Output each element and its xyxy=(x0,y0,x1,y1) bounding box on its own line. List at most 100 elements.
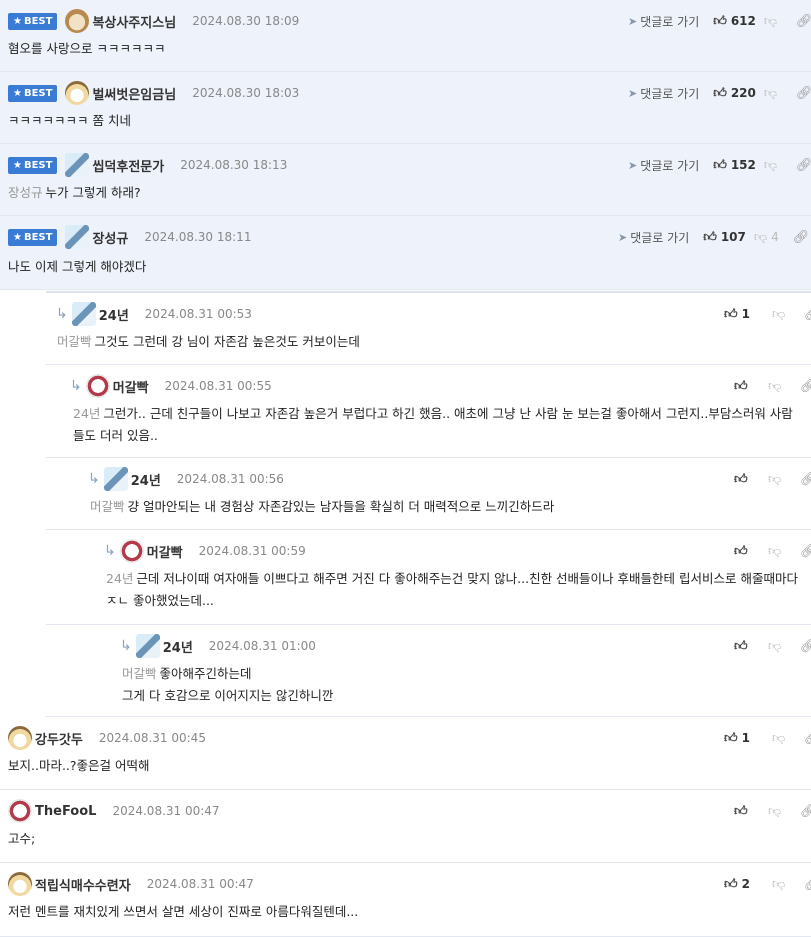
goto-comment-link[interactable]: ➤ 댓글로 가기 xyxy=(628,13,699,30)
downvote-button[interactable]: 👎︎ xyxy=(768,472,786,487)
link-icon: 🔗︎ xyxy=(795,85,811,101)
mention-tag[interactable]: 머갈빡 xyxy=(90,499,125,514)
link-icon: 🔗︎ xyxy=(800,471,811,487)
nickname[interactable]: 머갈빡 xyxy=(147,542,183,561)
avatar[interactable] xyxy=(135,634,160,658)
mention-tag[interactable]: 장성규 xyxy=(8,185,43,200)
avatar[interactable] xyxy=(71,302,96,326)
avatar[interactable] xyxy=(65,9,90,33)
comment-item: ★ BEST 장성규 2024.08.30 18:11 ➤ 댓글로 가기 👍︎ 107 👎︎ 4 🔗… xyxy=(0,216,811,290)
comment-header: ★ BEST 벌써벗은임금님 2024.08.30 18:03 xyxy=(8,81,300,105)
upvote-count: 107 xyxy=(720,230,746,244)
upvote-button[interactable]: 👍︎ 1 xyxy=(724,307,764,322)
nickname[interactable]: 적립식매수수련자 xyxy=(35,875,131,894)
avatar[interactable] xyxy=(8,726,32,750)
comment-body: 머갈빡 좋아해주긴하는데 그게 다 호감으로 이어지지는 않긴하니깐 xyxy=(122,663,800,707)
thumbs-down-icon: 👎︎ xyxy=(768,378,782,394)
link-button[interactable]: 🔗︎ xyxy=(796,158,811,173)
nickname[interactable]: 24년 xyxy=(131,470,161,489)
comment-actions: 👍︎ 👎︎ 🔗︎ xyxy=(734,375,811,397)
thumbs-up-icon: 👍︎ xyxy=(724,730,738,746)
upvote-button[interactable]: 👍︎ xyxy=(734,472,760,487)
upvote-button[interactable]: 👍︎ 2 xyxy=(724,877,764,892)
comment-date: 2024.08.31 00:55 xyxy=(164,379,272,393)
comment-actions: 👍︎ 👎︎ 🔗︎ xyxy=(734,540,811,562)
upvote-button[interactable]: 👍︎ xyxy=(734,544,760,559)
nickname[interactable]: 복상사주지스님 xyxy=(92,12,176,31)
comment-actions: ➤ 댓글로 가기 👍︎ 107 👎︎ 4 🔗︎ xyxy=(618,226,809,248)
goto-comment-link[interactable]: ➤ 댓글로 가기 xyxy=(628,85,699,102)
nickname[interactable]: 장성규 xyxy=(92,228,128,247)
link-button[interactable]: 🔗︎ xyxy=(800,804,811,819)
avatar[interactable] xyxy=(8,799,32,823)
nickname[interactable]: 벌써벗은임금님 xyxy=(92,84,176,103)
avatar[interactable] xyxy=(103,467,128,491)
comment-actions: 👍︎ 👎︎ 🔗︎ xyxy=(734,800,811,822)
nickname[interactable]: 24년 xyxy=(99,305,129,324)
upvote-button[interactable]: 👍︎ xyxy=(734,379,760,394)
nickname[interactable]: 24년 xyxy=(163,637,193,656)
upvote-button[interactable]: 👍︎ xyxy=(734,804,760,819)
nickname[interactable]: 머갈빡 xyxy=(113,377,149,396)
nickname[interactable]: TheFooL xyxy=(35,804,96,819)
upvote-button[interactable]: 👍︎ 1 xyxy=(724,731,764,746)
downvote-button[interactable]: 👎︎ xyxy=(772,307,790,322)
mention-tag[interactable]: 머갈빡 xyxy=(122,666,157,681)
downvote-button[interactable]: 👎︎ xyxy=(772,731,790,746)
comment-item: ★ BEST 벌써벗은임금님 2024.08.30 18:03 ➤ 댓글로 가기 👍︎ 220… xyxy=(0,72,811,144)
link-button[interactable]: 🔗︎ xyxy=(800,544,811,559)
comment-header: ★ BEST 복상사주지스님 2024.08.30 18:09 xyxy=(8,9,299,33)
avatar[interactable] xyxy=(85,374,110,398)
thumbs-up-icon: 👍︎ xyxy=(734,471,748,487)
comment-body: 보지..마라..?좋은걸 어떡해 xyxy=(8,755,800,777)
link-button[interactable]: 🔗︎ xyxy=(793,230,810,245)
upvote-count: 152 xyxy=(730,158,756,172)
downvote-button[interactable]: 👎︎ 4 xyxy=(754,230,779,245)
upvote-button[interactable]: 👍︎ 107 xyxy=(703,230,746,245)
link-button[interactable]: 🔗︎ xyxy=(796,14,811,29)
downvote-button[interactable]: 👎︎ xyxy=(772,877,790,892)
upvote-button[interactable]: 👍︎ 220 xyxy=(713,86,756,101)
link-button[interactable]: 🔗︎ xyxy=(800,472,811,487)
avatar[interactable] xyxy=(65,153,90,177)
downvote-button[interactable]: 👎︎ xyxy=(764,14,782,29)
mention-tag[interactable]: 24년 xyxy=(73,406,100,421)
upvote-button[interactable]: 👍︎ xyxy=(734,639,760,654)
upvote-button[interactable]: 👍︎ 152 xyxy=(713,158,756,173)
upvote-button[interactable]: 👍︎ 612 xyxy=(713,14,756,29)
thumbs-down-icon: 👎︎ xyxy=(768,638,782,654)
goto-comment-link[interactable]: ➤ 댓글로 가기 xyxy=(618,229,689,246)
comment-date: 2024.08.30 18:03 xyxy=(192,86,300,100)
downvote-button[interactable]: 👎︎ xyxy=(768,544,786,559)
star-icon: ★ xyxy=(13,231,22,243)
avatar[interactable] xyxy=(8,872,32,896)
avatar[interactable] xyxy=(65,81,90,105)
link-button[interactable]: 🔗︎ xyxy=(804,877,811,892)
comment-header: 적립식매수수련자 2024.08.31 00:47 xyxy=(8,872,254,896)
downvote-button[interactable]: 👎︎ xyxy=(768,639,786,654)
link-button[interactable]: 🔗︎ xyxy=(800,639,811,654)
link-button[interactable]: 🔗︎ xyxy=(804,731,811,746)
mention-tag[interactable]: 머갈빡 xyxy=(57,334,92,349)
thumbs-down-icon: 👎︎ xyxy=(768,803,782,819)
downvote-button[interactable]: 👎︎ xyxy=(764,158,782,173)
mention-tag[interactable]: 24년 xyxy=(106,571,133,586)
link-button[interactable]: 🔗︎ xyxy=(804,307,811,322)
nickname[interactable]: 강두갓두 xyxy=(35,729,83,748)
link-icon: 🔗︎ xyxy=(800,803,811,819)
comment-text: 그런가.. 근데 친구들이 나보고 자존감 높은거 부럽다고 하긴 했음.. 애… xyxy=(73,406,793,443)
avatar[interactable] xyxy=(65,225,90,249)
goto-comment-link[interactable]: ➤ 댓글로 가기 xyxy=(628,157,699,174)
best-label: BEST xyxy=(23,87,53,99)
thumbs-up-icon: 👍︎ xyxy=(734,543,748,559)
avatar[interactable] xyxy=(119,539,144,563)
comment-body: 나도 이제 그렇게 해야겠다 xyxy=(8,256,800,278)
downvote-button[interactable]: 👎︎ xyxy=(768,804,786,819)
send-icon: ➤ xyxy=(628,86,638,100)
downvote-button[interactable]: 👎︎ xyxy=(768,379,786,394)
link-button[interactable]: 🔗︎ xyxy=(796,86,811,101)
link-button[interactable]: 🔗︎ xyxy=(800,379,811,394)
nickname[interactable]: 씹덕후전문가 xyxy=(92,156,164,175)
comment-date: 2024.08.31 00:47 xyxy=(112,804,220,818)
downvote-button[interactable]: 👎︎ xyxy=(764,86,782,101)
